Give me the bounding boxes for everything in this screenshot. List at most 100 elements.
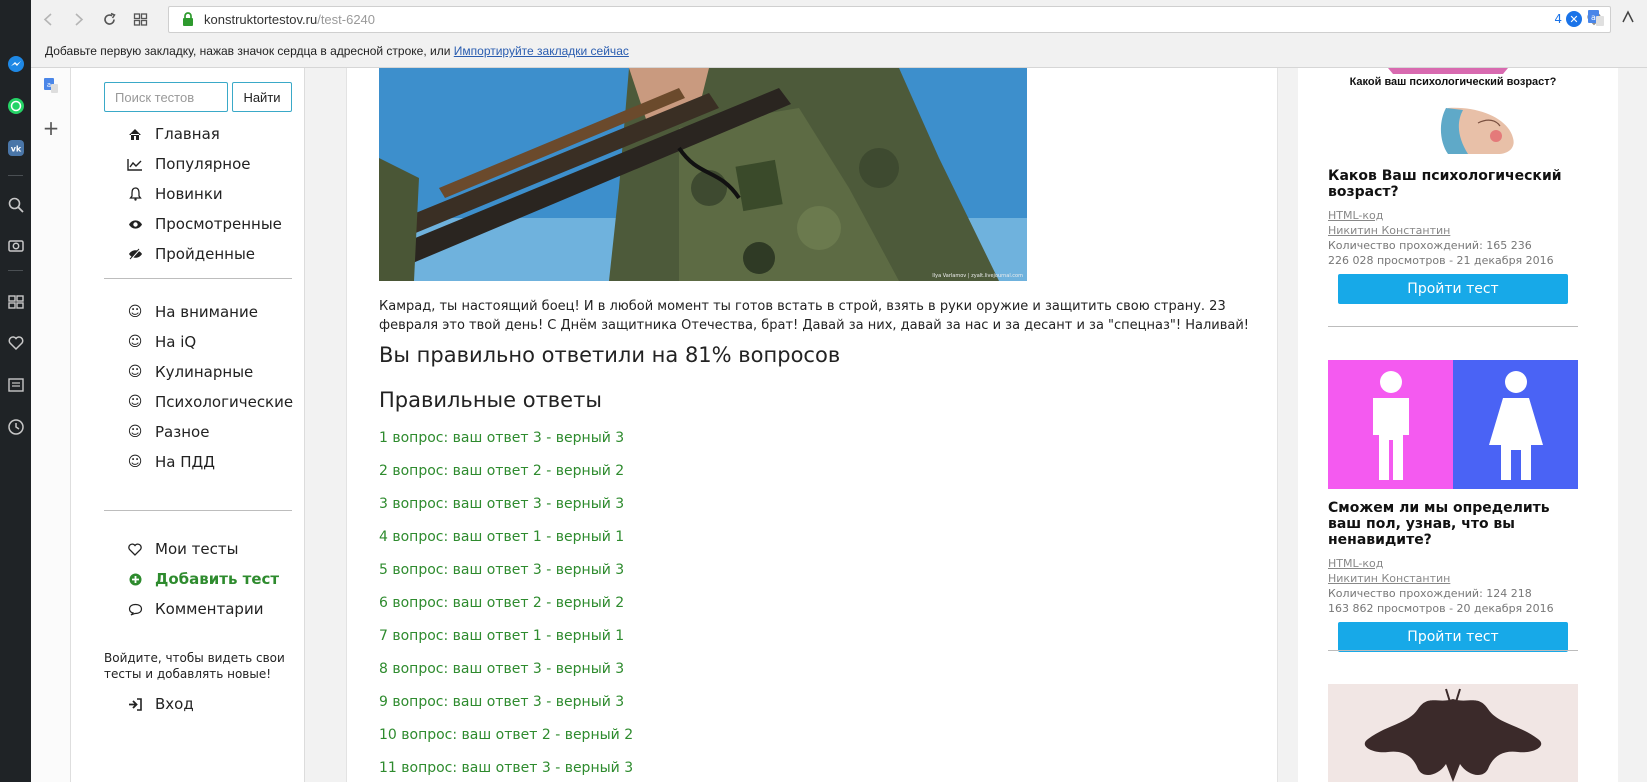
url-text[interactable]: konstruktortestov.ru/test-6240 xyxy=(204,12,375,27)
take-test-button[interactable]: Пройти тест xyxy=(1338,274,1568,304)
comments-link[interactable]: Комментарии xyxy=(127,594,279,624)
category-label: Разное xyxy=(155,423,210,441)
history-icon[interactable] xyxy=(0,412,31,442)
browser-toolbar: konstruktortestov.ru/test-6240 4 ✕ a xyxy=(31,0,1647,40)
test-card-title[interactable]: Каков Ваш психологический возраст? xyxy=(1328,168,1578,200)
test-card-image[interactable]: Какой ваш психологический возраст? xyxy=(1328,68,1578,154)
test-card-image-text: Какой ваш психологический возраст? xyxy=(1349,76,1557,88)
menu-item-popular[interactable]: Популярное xyxy=(127,149,282,179)
messenger-icon[interactable] xyxy=(0,49,31,79)
test-card: Каков Ваш психологический возраст? HTML-… xyxy=(1328,168,1578,304)
search-button[interactable]: Найти xyxy=(232,82,292,112)
svg-text:a: a xyxy=(47,81,51,89)
home-icon xyxy=(127,126,143,142)
heart-outline-icon xyxy=(127,541,143,557)
author-link[interactable]: Никитин Константин xyxy=(1328,571,1578,586)
add-panel-icon[interactable]: + xyxy=(41,116,61,140)
category-label: Кулинарные xyxy=(155,363,254,381)
camera-icon[interactable] xyxy=(0,230,31,260)
user-menu: Мои тесты Добавить тест Комментарии xyxy=(127,534,279,624)
test-card-image[interactable] xyxy=(1328,684,1578,782)
site-sidebar: Поиск тестов Найти Главная Популярное Но… xyxy=(71,68,305,782)
result-image: Ilya Varlamov | zyalt.livejournal.com xyxy=(379,68,1027,281)
tabs-grid-icon[interactable] xyxy=(128,7,152,31)
bookmarks-bar: Добавьте первую закладку, нажав значок с… xyxy=(31,40,1647,68)
category-label: Психологические xyxy=(155,393,294,411)
take-test-button[interactable]: Пройти тест xyxy=(1338,622,1568,652)
category-psychology[interactable]: ☺ Психологические xyxy=(127,387,293,417)
search-input[interactable]: Поиск тестов xyxy=(104,82,228,112)
add-test-label: Добавить тест xyxy=(155,570,280,588)
related-tests: Какой ваш психологический возраст? Каков… xyxy=(1298,68,1618,782)
forward-icon[interactable] xyxy=(66,7,90,31)
plus-circle-icon xyxy=(127,571,143,587)
my-tests-link[interactable]: Мои тесты xyxy=(127,534,279,564)
category-attention[interactable]: ☺ На внимание xyxy=(127,297,293,327)
answer-row: 2 вопрос: ваш ответ 2 - верный 2 xyxy=(379,463,625,479)
my-tests-label: Мои тесты xyxy=(155,540,239,558)
correct-answers-heading: Правильные ответы xyxy=(379,388,602,412)
answer-row: 11 вопрос: ваш ответ 3 - верный 3 xyxy=(379,760,634,776)
answer-row: 10 вопрос: ваш ответ 2 - верный 2 xyxy=(379,727,634,743)
test-card-image[interactable] xyxy=(1328,360,1578,489)
card-divider xyxy=(1328,650,1578,651)
menu-item-completed[interactable]: Пройденные xyxy=(127,239,282,269)
menu-icon[interactable] xyxy=(1619,8,1637,28)
html-code-link[interactable]: HTML-код xyxy=(1328,556,1578,571)
test-card-title[interactable]: Сможем ли мы определить ваш пол, узнав, … xyxy=(1328,500,1578,548)
menu-item-viewed[interactable]: Просмотренные xyxy=(127,209,282,239)
menu-item-new[interactable]: Новинки xyxy=(127,179,282,209)
category-iq[interactable]: ☺ На iQ xyxy=(127,327,293,357)
inkblot-illustration xyxy=(1364,688,1542,782)
comments-label: Комментарии xyxy=(155,600,264,618)
toolbar-extensions: a xyxy=(1587,8,1637,28)
menu-item-label: Популярное xyxy=(155,155,251,173)
lock-icon xyxy=(183,12,193,26)
answer-row: 4 вопрос: ваш ответ 1 - верный 1 xyxy=(379,529,625,545)
page-viewport: Поиск тестов Найти Главная Популярное Но… xyxy=(71,68,1647,782)
back-icon[interactable] xyxy=(36,7,60,31)
author-link[interactable]: Никитин Константин xyxy=(1328,223,1578,238)
category-misc[interactable]: ☺ Разное xyxy=(127,417,293,447)
menu-item-home[interactable]: Главная xyxy=(127,119,282,149)
url-host: konstruktortestov.ru xyxy=(204,12,318,27)
sidebar-divider xyxy=(104,510,292,511)
eye-slash-icon xyxy=(127,246,143,262)
login-note: Войдите, чтобы видеть свои тесты и добав… xyxy=(104,651,285,681)
speed-dial-icon[interactable] xyxy=(0,287,31,317)
heart-icon[interactable] xyxy=(0,328,31,358)
sign-in-icon xyxy=(127,696,143,712)
login-label: Вход xyxy=(155,695,194,713)
translate-extension-icon[interactable]: a xyxy=(1587,8,1605,28)
category-culinary[interactable]: ☺ Кулинарные xyxy=(127,357,293,387)
address-bar[interactable]: konstruktortestov.ru/test-6240 4 ✕ xyxy=(168,6,1611,33)
test-card-passes: Количество прохождений: 124 218 xyxy=(1328,587,1532,600)
html-code-link[interactable]: HTML-код xyxy=(1328,208,1578,223)
result-description: Камрад, ты настоящий боец! И в любой мом… xyxy=(379,299,1250,333)
close-badge-icon[interactable]: ✕ xyxy=(1566,11,1582,27)
answer-row: 9 вопрос: ваш ответ 3 - верный 3 xyxy=(379,694,625,710)
reload-icon[interactable] xyxy=(97,7,121,31)
photo-credit: Ilya Varlamov | zyalt.livejournal.com xyxy=(932,273,1023,279)
search-icon[interactable] xyxy=(0,190,31,220)
answer-row: 1 вопрос: ваш ответ 3 - верный 3 xyxy=(379,430,625,446)
male-panel xyxy=(1328,360,1453,489)
related-tests-column: Какой ваш психологический возраст? Каков… xyxy=(1278,68,1647,782)
category-label: На ПДД xyxy=(155,453,215,471)
dock-separator xyxy=(8,175,23,176)
test-card-views: 226 028 просмотров - 21 декабря 2016 xyxy=(1328,254,1554,267)
female-figure-icon xyxy=(1488,370,1543,480)
news-icon[interactable] xyxy=(0,370,31,400)
side-panel-strip: a + xyxy=(31,68,71,782)
vk-icon[interactable]: vk xyxy=(0,133,31,163)
login-link[interactable]: Вход xyxy=(127,689,194,719)
translate-panel-icon[interactable]: a xyxy=(41,76,61,96)
add-test-link[interactable]: Добавить тест xyxy=(127,564,279,594)
svg-text:vk: vk xyxy=(10,145,21,154)
browser-sidebar-dock: vk xyxy=(0,0,31,782)
smile-icon: ☺ xyxy=(127,424,143,440)
category-traffic-rules[interactable]: ☺ На ПДД xyxy=(127,447,293,477)
address-badge-count: 4 xyxy=(1554,12,1562,26)
import-bookmarks-link[interactable]: Импортируйте закладки сейчас xyxy=(454,44,629,58)
whatsapp-icon[interactable] xyxy=(0,91,31,121)
